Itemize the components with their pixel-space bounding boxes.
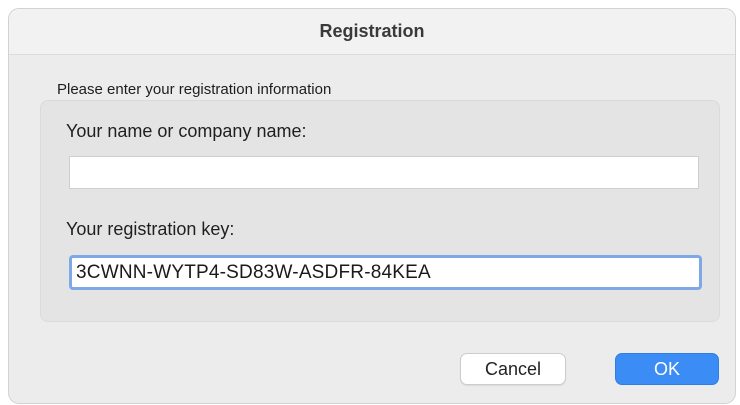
dialog-title: Registration bbox=[319, 21, 425, 41]
intro-text: Please enter your registration informati… bbox=[57, 81, 332, 98]
ok-button[interactable]: OK bbox=[615, 353, 719, 385]
cancel-button[interactable]: Cancel bbox=[460, 353, 566, 385]
registration-dialog: Registration Please enter your registrat… bbox=[8, 8, 736, 404]
registration-key-label: Your registration key: bbox=[66, 219, 235, 239]
registration-group-box: Your name or company name: Your registra… bbox=[40, 100, 720, 322]
title-bar: Registration bbox=[9, 9, 735, 55]
name-field[interactable] bbox=[69, 156, 699, 189]
registration-key-field[interactable] bbox=[69, 255, 702, 290]
name-label: Your name or company name: bbox=[66, 121, 307, 141]
